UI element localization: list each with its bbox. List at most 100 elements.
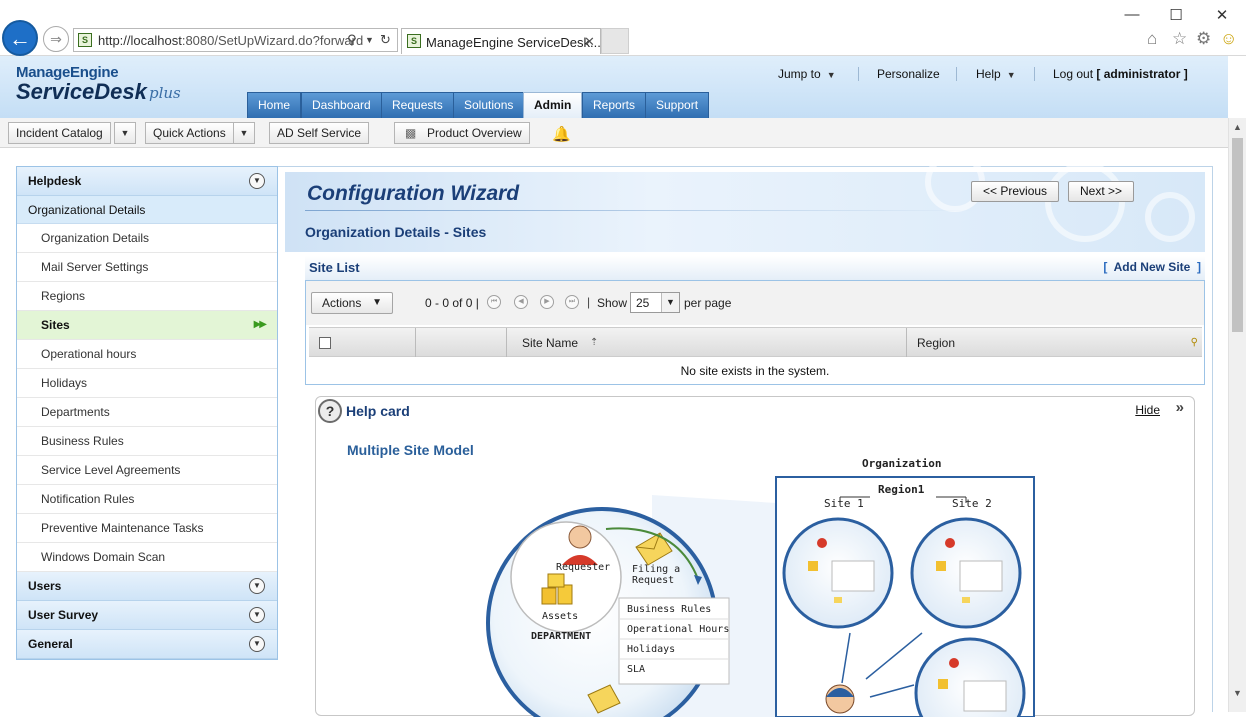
hide-help-link[interactable]: Hide: [1135, 403, 1160, 417]
incident-catalog-button[interactable]: Incident Catalog: [8, 122, 111, 144]
bracket-open: [: [1103, 260, 1108, 274]
tab-solutions[interactable]: Solutions: [453, 92, 525, 118]
tab-requests[interactable]: Requests: [381, 92, 454, 118]
maximize-button[interactable]: ☐: [1161, 6, 1191, 24]
tab-home[interactable]: Home: [247, 92, 302, 118]
assets-box-icon: [557, 584, 573, 605]
refresh-icon[interactable]: ↻: [380, 32, 391, 48]
sidebar-item-label: Sites: [41, 318, 70, 332]
address-bar[interactable]: S http://localhost:8080/SetUpWizard.do?f…: [73, 28, 398, 52]
close-window-button[interactable]: ✕: [1207, 6, 1237, 24]
settings-gear-icon[interactable]: ⚙: [1196, 29, 1211, 49]
select-all-checkbox[interactable]: [319, 337, 331, 349]
quick-actions-button[interactable]: Quick Actions: [145, 122, 234, 144]
sidebar-section-general[interactable]: General ▼: [17, 630, 277, 659]
last-page-icon[interactable]: ⏭: [565, 295, 579, 309]
sidebar-item-organization-details[interactable]: Organization Details: [17, 224, 277, 253]
sidebar-item-departments[interactable]: Departments: [17, 398, 277, 427]
add-new-site-link[interactable]: [ Add New Site ]: [1103, 260, 1201, 274]
sort-ascending-icon[interactable]: ⇡: [590, 337, 598, 348]
product-overview-label: Product Overview: [427, 126, 522, 140]
sidebar-item-mail-server-settings[interactable]: Mail Server Settings: [17, 253, 277, 282]
quick-actions-dropdown[interactable]: ▼: [233, 122, 255, 144]
expand-circle-icon[interactable]: ▼: [249, 578, 265, 594]
site-list-toolbar: Actions ▼ 0 - 0 of 0 | ⏮ ◀ ▶ ⏭ | Show 25…: [306, 281, 1204, 325]
actions-button[interactable]: Actions ▼: [311, 292, 393, 314]
forward-button[interactable]: ⇒: [43, 26, 69, 52]
sidebar-section-label: Users: [28, 579, 62, 593]
sidebar-item-holidays[interactable]: Holidays: [17, 369, 277, 398]
sidebar-item-regions[interactable]: Regions: [17, 282, 277, 311]
site-list-title: Site List: [309, 260, 360, 275]
previous-button[interactable]: << Previous: [971, 181, 1060, 202]
personalize-link[interactable]: Personalize: [877, 67, 940, 81]
next-page-icon[interactable]: ▶: [540, 295, 554, 309]
rule-business-rules: Business Rules: [627, 604, 711, 615]
divider: [956, 67, 957, 81]
smiley-feedback-icon[interactable]: ☺: [1220, 29, 1237, 49]
column-search-icon[interactable]: ⚲: [1191, 337, 1198, 348]
tab-close-button[interactable]: ✕: [584, 34, 595, 50]
decorative-gear: [1145, 192, 1195, 242]
tab-dashboard[interactable]: Dashboard: [301, 92, 382, 118]
jump-to-menu[interactable]: Jump to ▼: [778, 67, 836, 81]
sidebar-item-operational-hours[interactable]: Operational hours: [17, 340, 277, 369]
help-card-title: Help card: [346, 403, 410, 419]
address-text[interactable]: http://localhost:8080/SetUpWizard.do?for…: [98, 33, 363, 48]
search-icon[interactable]: ⚲: [347, 32, 357, 48]
expand-circle-icon[interactable]: ▼: [249, 636, 265, 652]
next-button[interactable]: Next >>: [1068, 181, 1135, 202]
incident-catalog-dropdown[interactable]: ▼: [114, 122, 136, 144]
browser-tab[interactable]: S ManageEngine ServiceDesk... ✕: [401, 28, 601, 54]
product-overview-button[interactable]: ▩ Product Overview: [394, 122, 530, 144]
sidebar-item-windows-domain-scan[interactable]: Windows Domain Scan: [17, 543, 277, 572]
chevron-down-icon: ▼: [1006, 70, 1016, 80]
table-header-row: Site Name ⇡ Region ⚲: [309, 327, 1202, 357]
double-chevron-right-icon[interactable]: »: [1176, 399, 1184, 416]
first-page-icon[interactable]: ⏮: [487, 295, 501, 309]
sidebar-item-business-rules[interactable]: Business Rules: [17, 427, 277, 456]
previous-page-icon[interactable]: ◀: [514, 295, 528, 309]
chevron-down-icon[interactable]: ▼: [661, 293, 679, 312]
sidebar-item-preventive-maintenance-tasks[interactable]: Preventive Maintenance Tasks: [17, 514, 277, 543]
tab-support[interactable]: Support: [645, 92, 710, 118]
help-card: ? Help card Hide » Multiple Site Model R…: [315, 396, 1195, 717]
back-button[interactable]: ←: [2, 20, 38, 56]
divider: [1034, 67, 1035, 81]
scroll-up-arrow-icon[interactable]: ▲: [1233, 122, 1242, 132]
column-header-region[interactable]: Region: [917, 336, 955, 350]
help-menu[interactable]: Help ▼: [976, 67, 1016, 81]
column-header-site-name[interactable]: Site Name: [522, 336, 578, 350]
minimize-button[interactable]: —: [1117, 6, 1147, 23]
tab-admin[interactable]: Admin: [523, 92, 583, 118]
site1-label: Site 1: [824, 497, 864, 510]
ad-self-service-button[interactable]: AD Self Service: [269, 122, 370, 144]
per-page-select[interactable]: 25 ▼: [630, 292, 680, 313]
sidebar-section-helpdesk[interactable]: Helpdesk ▼: [17, 167, 277, 196]
logout-link[interactable]: Log out [ administrator ]: [1053, 67, 1188, 81]
column-divider: [415, 328, 416, 357]
expand-circle-icon[interactable]: ▼: [249, 607, 265, 623]
sidebar-item-notification-rules[interactable]: Notification Rules: [17, 485, 277, 514]
new-tab-button[interactable]: [601, 28, 629, 54]
address-path: :8080/SetUpWizard.do?forward: [181, 33, 364, 48]
servicedesk-logo[interactable]: ManageEngine ServiceDesk plus: [16, 64, 181, 105]
scroll-down-arrow-icon[interactable]: ▼: [1233, 688, 1242, 698]
dropdown-icon[interactable]: ▼: [365, 35, 374, 45]
scroll-thumb[interactable]: [1232, 138, 1243, 332]
expand-circle-icon[interactable]: ▼: [249, 173, 265, 189]
sidebar-section-user-survey[interactable]: User Survey ▼: [17, 601, 277, 630]
sidebar-section-users[interactable]: Users ▼: [17, 572, 277, 601]
favorites-star-icon[interactable]: ☆: [1172, 29, 1187, 49]
page-scrollbar[interactable]: ▲ ▼: [1228, 118, 1246, 712]
bell-icon[interactable]: 🔔: [552, 125, 571, 143]
home-icon[interactable]: ⌂: [1147, 29, 1157, 49]
sidebar-item-sites[interactable]: Sites ▶▶: [17, 311, 277, 340]
sidebar-item-service-level-agreements[interactable]: Service Level Agreements: [17, 456, 277, 485]
video-camera-icon: ▩: [405, 126, 417, 140]
site-favicon-icon: S: [78, 33, 92, 47]
actions-label: Actions: [322, 296, 362, 310]
tab-reports[interactable]: Reports: [582, 92, 647, 118]
wizard-subtitle: Organization Details - Sites: [305, 224, 487, 240]
sidebar-subsection-organizational-details[interactable]: Organizational Details: [17, 196, 277, 224]
